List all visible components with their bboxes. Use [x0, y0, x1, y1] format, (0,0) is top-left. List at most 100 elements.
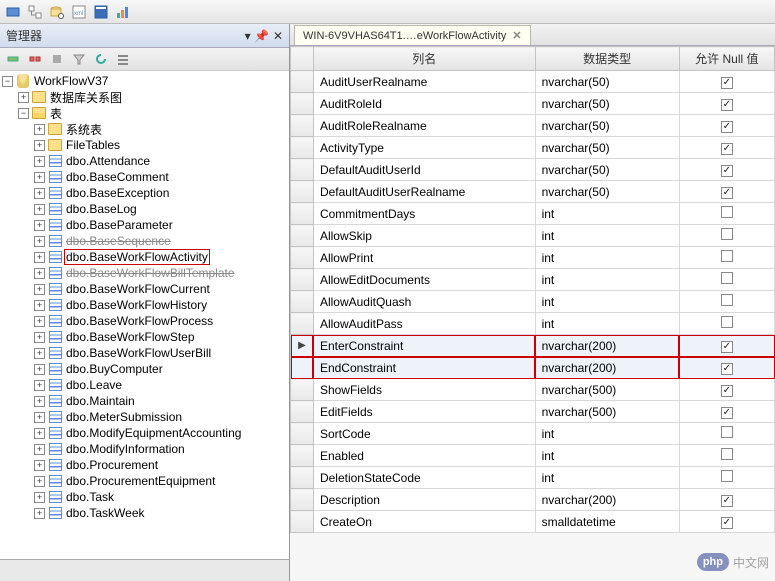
row-header[interactable]	[291, 115, 314, 137]
cell-column-name[interactable]: Description	[313, 489, 535, 511]
cell-column-name[interactable]: ActivityType	[313, 137, 535, 159]
cell-allow-null[interactable]: ✓	[679, 137, 774, 159]
cell-allow-null[interactable]	[679, 247, 774, 269]
grid-row[interactable]: AllowEditDocumentsint	[291, 269, 775, 291]
cell-allow-null[interactable]: ✓	[679, 401, 774, 423]
document-tab[interactable]: WIN-6V9VHAS64T1.…eWorkFlowActivity ✕	[294, 25, 531, 45]
cell-column-name[interactable]: Enabled	[313, 445, 535, 467]
grid-row[interactable]: Enabledint	[291, 445, 775, 467]
tree-table[interactable]: +dbo.ProcurementEquipment	[2, 473, 289, 489]
toolbar-window-icon[interactable]	[92, 3, 110, 21]
checkbox-icon[interactable]: ✓	[721, 385, 733, 397]
grid-row[interactable]: AuditUserRealnamenvarchar(50)✓	[291, 71, 775, 93]
expander-icon[interactable]: +	[34, 348, 45, 359]
cell-data-type[interactable]: int	[535, 203, 679, 225]
tree-table[interactable]: +dbo.BaseWorkFlowBillTemplate	[2, 265, 289, 281]
cell-allow-null[interactable]: ✓	[679, 379, 774, 401]
cell-allow-null[interactable]: ✓	[679, 335, 774, 357]
cell-column-name[interactable]: DefaultAuditUserRealname	[313, 181, 535, 203]
row-header[interactable]	[291, 225, 314, 247]
cell-data-type[interactable]: nvarchar(50)	[535, 181, 679, 203]
tree-table[interactable]: +dbo.BaseParameter	[2, 217, 289, 233]
row-header[interactable]	[291, 159, 314, 181]
row-header[interactable]	[291, 489, 314, 511]
tree-table[interactable]: +dbo.BuyComputer	[2, 361, 289, 377]
grid-row[interactable]: DefaultAuditUserRealnamenvarchar(50)✓	[291, 181, 775, 203]
checkbox-icon[interactable]	[721, 272, 733, 284]
checkbox-icon[interactable]	[721, 470, 733, 482]
expander-icon[interactable]: +	[34, 396, 45, 407]
row-header[interactable]	[291, 313, 314, 335]
expander-icon[interactable]: +	[34, 236, 45, 247]
tree-table[interactable]: +dbo.Maintain	[2, 393, 289, 409]
cell-data-type[interactable]: nvarchar(200)	[535, 489, 679, 511]
checkbox-icon[interactable]: ✓	[721, 165, 733, 177]
checkbox-icon[interactable]: ✓	[721, 341, 733, 353]
toolbar-sql-icon[interactable]	[4, 3, 22, 21]
stop-icon[interactable]	[48, 50, 66, 68]
cell-data-type[interactable]: nvarchar(200)	[535, 335, 679, 357]
grid-row[interactable]: AllowPrintint	[291, 247, 775, 269]
disconnect-icon[interactable]	[26, 50, 44, 68]
cell-column-name[interactable]: AllowAuditQuash	[313, 291, 535, 313]
cell-allow-null[interactable]	[679, 445, 774, 467]
cell-allow-null[interactable]	[679, 313, 774, 335]
cell-allow-null[interactable]: ✓	[679, 115, 774, 137]
checkbox-icon[interactable]	[721, 294, 733, 306]
header-column-name[interactable]: 列名	[313, 47, 535, 71]
cell-data-type[interactable]: nvarchar(50)	[535, 93, 679, 115]
tree-folder[interactable]: −表	[2, 105, 289, 121]
checkbox-icon[interactable]: ✓	[721, 517, 733, 529]
grid-row[interactable]: SortCodeint	[291, 423, 775, 445]
close-tab-icon[interactable]: ✕	[512, 29, 521, 42]
row-header[interactable]	[291, 423, 314, 445]
cell-column-name[interactable]: ShowFields	[313, 379, 535, 401]
tree-table[interactable]: +dbo.BaseWorkFlowStep	[2, 329, 289, 345]
expander-icon[interactable]: +	[34, 156, 45, 167]
close-panel-icon[interactable]: ✕	[273, 29, 283, 43]
checkbox-icon[interactable]: ✓	[721, 77, 733, 89]
cell-column-name[interactable]: CommitmentDays	[313, 203, 535, 225]
tree-table[interactable]: +dbo.BaseWorkFlowHistory	[2, 297, 289, 313]
tree-folder[interactable]: +数据库关系图	[2, 89, 289, 105]
tree-table[interactable]: +dbo.BaseException	[2, 185, 289, 201]
cell-column-name[interactable]: AuditRoleId	[313, 93, 535, 115]
expander-icon[interactable]: −	[2, 76, 13, 87]
checkbox-icon[interactable]: ✓	[721, 495, 733, 507]
tree-table[interactable]: +dbo.BaseWorkFlowCurrent	[2, 281, 289, 297]
expander-icon[interactable]: +	[34, 316, 45, 327]
toolbar-chart-icon[interactable]	[114, 3, 132, 21]
expander-icon[interactable]: +	[34, 204, 45, 215]
grid-row[interactable]: CreateOnsmalldatetime✓	[291, 511, 775, 533]
cell-allow-null[interactable]	[679, 269, 774, 291]
expander-icon[interactable]: +	[34, 188, 45, 199]
toolbar-xml-icon[interactable]: xml	[70, 3, 88, 21]
expander-icon[interactable]: +	[34, 460, 45, 471]
grid-row[interactable]: AllowSkipint	[291, 225, 775, 247]
tree-table[interactable]: +dbo.ModifyInformation	[2, 441, 289, 457]
tree-table[interactable]: +dbo.TaskWeek	[2, 505, 289, 521]
grid-row[interactable]: DefaultAuditUserIdnvarchar(50)✓	[291, 159, 775, 181]
cell-data-type[interactable]: int	[535, 225, 679, 247]
cell-data-type[interactable]: nvarchar(200)	[535, 357, 679, 379]
expander-icon[interactable]: +	[34, 140, 45, 151]
cell-column-name[interactable]: EditFields	[313, 401, 535, 423]
cell-column-name[interactable]: AllowEditDocuments	[313, 269, 535, 291]
row-header[interactable]	[291, 93, 314, 115]
cell-data-type[interactable]: int	[535, 313, 679, 335]
expander-icon[interactable]: +	[34, 124, 45, 135]
cell-column-name[interactable]: AllowAuditPass	[313, 313, 535, 335]
cell-column-name[interactable]: AuditRoleRealname	[313, 115, 535, 137]
checkbox-icon[interactable]	[721, 250, 733, 262]
cell-column-name[interactable]: AllowSkip	[313, 225, 535, 247]
row-header[interactable]	[291, 247, 314, 269]
cell-data-type[interactable]: nvarchar(50)	[535, 137, 679, 159]
cell-data-type[interactable]: int	[535, 423, 679, 445]
cell-data-type[interactable]: int	[535, 467, 679, 489]
expander-icon[interactable]: +	[18, 92, 29, 103]
expander-icon[interactable]: +	[34, 284, 45, 295]
expander-icon[interactable]: +	[34, 476, 45, 487]
checkbox-icon[interactable]: ✓	[721, 407, 733, 419]
filter-icon[interactable]	[70, 50, 88, 68]
expander-icon[interactable]: +	[34, 428, 45, 439]
